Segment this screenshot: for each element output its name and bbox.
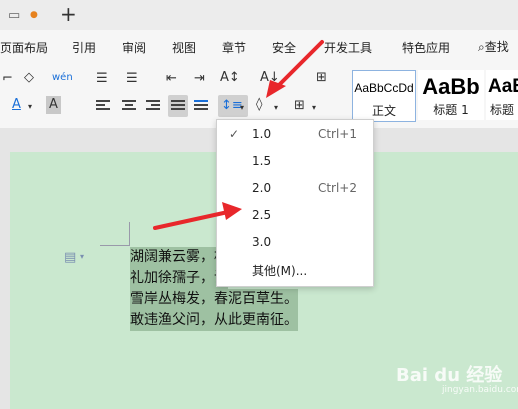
arrow-to-line-spacing-button xyxy=(272,40,324,92)
baidu-watermark: Bai du 经验 xyxy=(396,365,503,386)
baidu-watermark-url: jingyan.baidu.com xyxy=(442,385,518,395)
arrow-head-bottom xyxy=(222,202,242,220)
annotation-arrows xyxy=(153,40,324,230)
arrow-to-option-2-5 xyxy=(153,210,230,230)
